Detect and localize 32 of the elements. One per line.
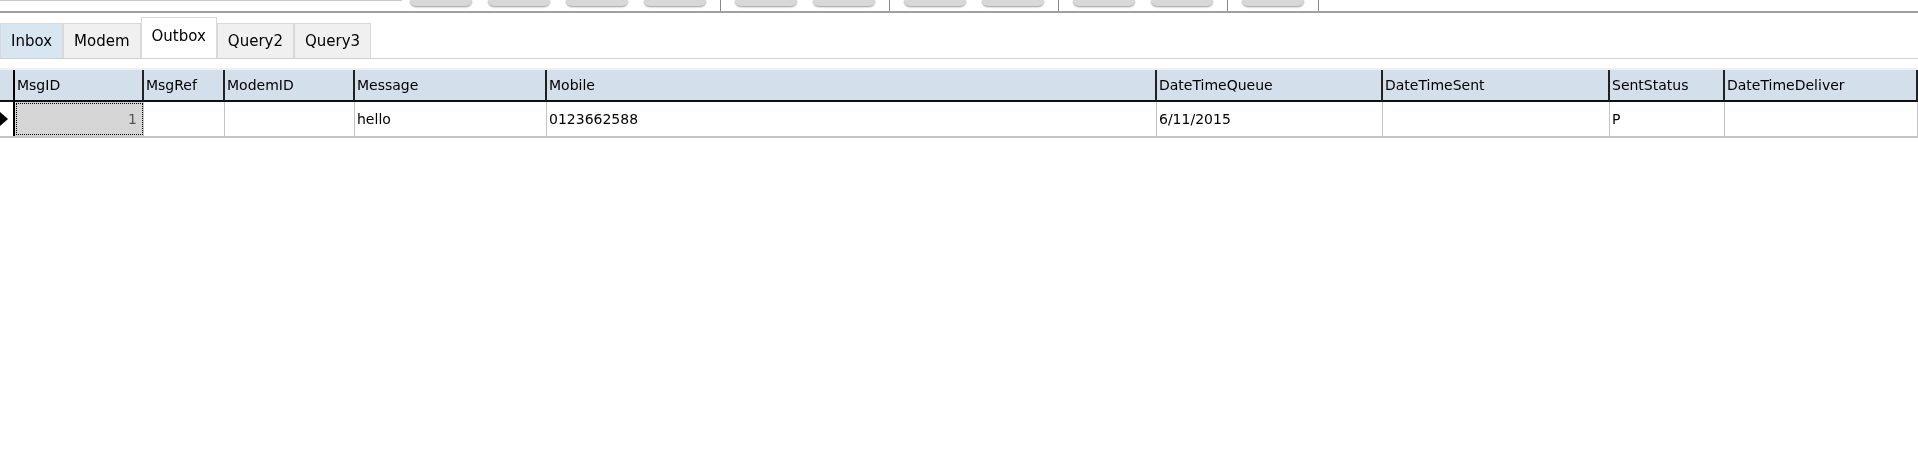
column-header[interactable]: DateTimeQueue (1157, 70, 1383, 102)
header-corner (0, 70, 15, 102)
row-header[interactable] (0, 102, 15, 136)
tab[interactable]: Query2 (216, 23, 294, 58)
toolbar-button[interactable] (982, 0, 1044, 6)
toolbar-button[interactable] (1151, 0, 1213, 6)
column-header[interactable]: Message (355, 70, 547, 102)
column-header[interactable]: ModemID (225, 70, 355, 102)
toolbar-button[interactable] (1073, 0, 1135, 6)
toolbar-button[interactable] (735, 0, 797, 6)
tab[interactable]: Query3 (294, 23, 372, 58)
table-cell: 0123662588 (547, 102, 1157, 136)
toolbar-button[interactable] (566, 0, 628, 6)
table-cell: 1 (15, 102, 144, 136)
column-header[interactable]: SentStatus (1610, 70, 1725, 102)
tab[interactable]: Modem (63, 23, 141, 58)
column-header[interactable]: DateTimeSent (1383, 70, 1610, 102)
table-cell: hello (355, 102, 547, 136)
column-header[interactable]: MsgID (15, 70, 144, 102)
table-cell: P (1610, 102, 1725, 136)
tab[interactable]: Outbox (140, 17, 217, 58)
column-header[interactable]: MsgRef (144, 70, 225, 102)
column-header[interactable]: Mobile (547, 70, 1157, 102)
toolbar-button[interactable] (813, 0, 875, 6)
toolbar-button[interactable] (1242, 0, 1304, 6)
tab[interactable]: Inbox (0, 23, 64, 58)
toolbar-button[interactable] (904, 0, 966, 6)
table-cell: 6/11/2015 (1157, 102, 1383, 136)
toolbar-button[interactable] (644, 0, 706, 6)
column-header[interactable]: DateTimeDeliver (1725, 70, 1918, 102)
toolbar-button[interactable] (488, 0, 550, 6)
toolbar-button[interactable] (410, 0, 472, 6)
